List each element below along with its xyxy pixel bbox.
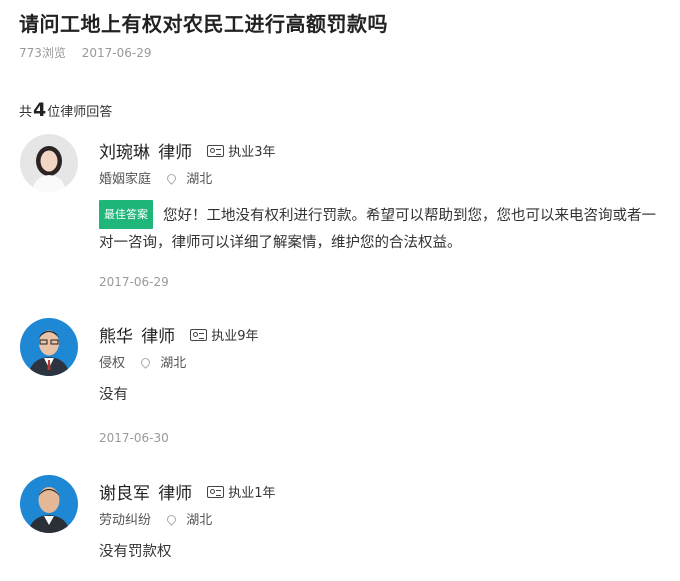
lawyer-name-row: 谢良军 律师 执业1年: [99, 479, 275, 505]
license-card-icon: [190, 328, 208, 341]
location: 湖北: [160, 356, 187, 371]
lawyer-name-row: 刘琬琳 律师 执业3年: [99, 138, 275, 164]
lawyer-name[interactable]: 谢良军: [99, 484, 150, 504]
location: 湖北: [186, 513, 213, 528]
location-pin-icon: [165, 172, 179, 185]
practice-years: 执业9年: [211, 329, 259, 344]
answer-content: 最佳答案 您好！工地没有权利进行罚款。希望可以帮助到您，您也可以来电咨询或者一对一…: [99, 200, 664, 257]
location-pin-icon: [139, 356, 153, 369]
lawyer-title: 律师: [141, 327, 176, 347]
avatar[interactable]: [20, 475, 78, 533]
license-info: 执业3年: [207, 141, 275, 160]
answer-count-prefix: 共: [19, 105, 33, 120]
question-page: 请问工地上有权对农民工进行高额罚款吗 773浏览 2017-06-29 共4位律…: [0, 0, 680, 581]
lawyer-sub-info: 劳动纠纷 湖北: [99, 509, 212, 528]
practice-years: 执业3年: [228, 145, 276, 160]
view-count: 773浏览: [19, 46, 66, 60]
lawyer-title: 律师: [158, 143, 193, 163]
lawyer-sub-info: 侵权 湖北: [99, 352, 186, 371]
lawyer-name[interactable]: 刘琬琳: [99, 143, 150, 163]
answer-date: 2017-06-29: [99, 275, 169, 289]
answer-count-number: 4: [33, 99, 47, 121]
location-pin-icon: [165, 513, 179, 526]
question-title: 请问工地上有权对农民工进行高额罚款吗: [19, 12, 388, 36]
lawyer-title: 律师: [158, 484, 193, 504]
lawyer-portrait-icon: [20, 475, 78, 533]
location: 湖北: [186, 172, 213, 187]
lawyer-name-row: 熊华 律师 执业9年: [99, 322, 258, 348]
license-info: 执业1年: [207, 482, 275, 501]
avatar[interactable]: [20, 318, 78, 376]
avatar[interactable]: [20, 134, 78, 192]
lawyer-name[interactable]: 熊华: [99, 327, 133, 347]
lawyer-sub-info: 婚姻家庭 湖北: [99, 168, 212, 187]
answer-content: 没有: [99, 382, 664, 409]
license-card-icon: [207, 485, 225, 498]
lawyer-portrait-icon: [20, 134, 78, 192]
specialty: 劳动纠纷: [99, 513, 152, 528]
answer-count-suffix: 位律师回答: [47, 105, 113, 120]
lawyer-portrait-icon: [20, 318, 78, 376]
answer-text: 没有: [99, 387, 128, 403]
best-answer-badge: 最佳答案: [99, 200, 153, 229]
license-card-icon: [207, 144, 225, 157]
license-info: 执业9年: [190, 325, 258, 344]
specialty: 婚姻家庭: [99, 172, 152, 187]
answer-text: 您好！工地没有权利进行罚款。希望可以帮助到您，您也可以来电咨询或者一对一咨询，律…: [99, 208, 656, 251]
specialty: 侵权: [99, 356, 126, 371]
question-date: 2017-06-29: [81, 46, 152, 60]
answer-count: 共4位律师回答: [19, 99, 112, 121]
answer-content: 没有罚款权: [99, 539, 664, 566]
answer-text: 没有罚款权: [99, 544, 172, 560]
answer-date: 2017-06-30: [99, 431, 169, 445]
question-meta: 773浏览 2017-06-29: [19, 44, 151, 61]
practice-years: 执业1年: [228, 486, 276, 501]
